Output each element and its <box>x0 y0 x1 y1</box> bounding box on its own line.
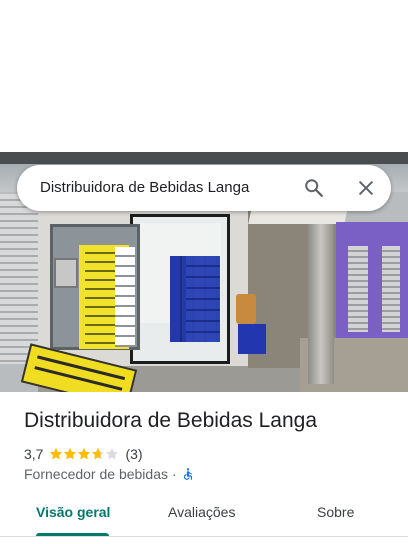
search-input[interactable]: Distribuidora de Bebidas Langa <box>40 179 249 196</box>
photo-shutter <box>0 194 38 364</box>
tab-avaliacoes[interactable]: Avaliações <box>168 504 235 520</box>
place-title: Distribuidora de Bebidas Langa <box>24 409 318 432</box>
top-blank-area <box>0 0 408 152</box>
review-count[interactable]: (3) <box>125 446 142 462</box>
rating-row[interactable]: 3,7 (3) <box>24 445 143 463</box>
tabs-divider <box>0 536 408 537</box>
star-4-icon <box>92 447 105 460</box>
star-2-icon <box>64 447 77 460</box>
search-button[interactable] <box>301 175 327 201</box>
rating-value: 3,7 <box>24 446 44 462</box>
star-rating <box>49 447 119 461</box>
wheelchair-accessible-icon[interactable] <box>181 467 195 481</box>
photo-pole <box>308 224 334 384</box>
photo-bag <box>236 294 256 324</box>
search-bar[interactable]: Distribuidora de Bebidas Langa <box>17 165 391 211</box>
place-tabs: Visão geral Avaliações Sobre <box>0 500 408 538</box>
photo-crates-side <box>186 256 220 342</box>
photo-roof <box>0 152 408 164</box>
category-row: Fornecedor de bebidas · <box>24 465 195 483</box>
star-3-icon <box>78 447 91 460</box>
separator-dot: · <box>172 466 177 482</box>
photo-meter-box <box>54 258 78 288</box>
photo-crate-outside <box>238 324 266 354</box>
place-category: Fornecedor de bebidas <box>24 466 168 482</box>
star-5-icon <box>106 447 119 460</box>
tab-visao-geral[interactable]: Visão geral <box>36 504 110 520</box>
search-icon <box>305 179 323 197</box>
close-icon <box>359 181 373 195</box>
tab-sobre[interactable]: Sobre <box>317 504 354 520</box>
photo-purple-building <box>336 222 408 338</box>
close-button[interactable] <box>353 175 379 201</box>
star-1-icon <box>50 447 63 460</box>
